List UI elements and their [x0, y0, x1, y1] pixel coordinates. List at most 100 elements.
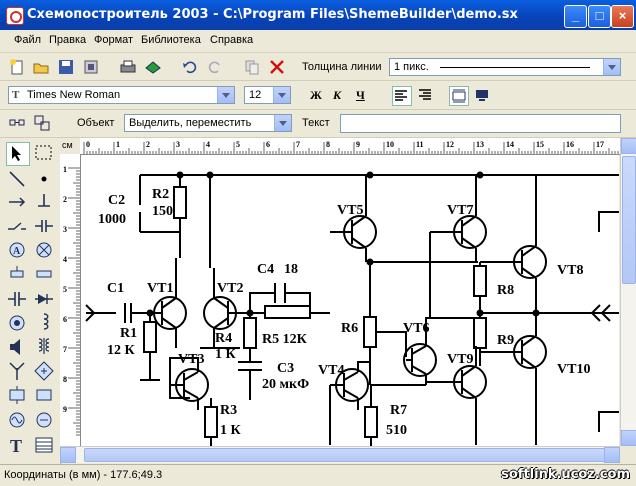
chevron-down-icon[interactable]	[273, 87, 290, 103]
resistor-icon[interactable]	[33, 263, 55, 285]
horizontal-scrollbar[interactable]	[60, 446, 620, 463]
select-arrow-icon[interactable]	[6, 142, 30, 166]
speaker-icon[interactable]	[6, 336, 28, 358]
ac-source-icon[interactable]	[6, 409, 28, 431]
standard-toolbar: Толщина линии 1 пикс.	[0, 53, 636, 81]
vertical-scroll-thumb[interactable]	[622, 156, 636, 284]
label-c1: C1	[107, 281, 124, 296]
minimize-button[interactable]: _	[564, 5, 587, 28]
text-input[interactable]	[340, 114, 621, 133]
menu-format[interactable]: Формат	[94, 34, 133, 46]
ruler-label: 8	[326, 140, 330, 149]
maximize-button[interactable]: □	[588, 5, 611, 28]
print-icon[interactable]	[119, 58, 137, 76]
point-tool-icon[interactable]	[33, 168, 55, 190]
ruler-label: 9	[63, 405, 67, 414]
ruler-label: 6	[63, 315, 67, 324]
label-c4-value: 18	[284, 262, 298, 277]
ruler-label: 1	[63, 165, 67, 174]
watermark: softlink.ucoz.com	[501, 467, 630, 482]
scroll-right-icon[interactable]	[604, 447, 620, 463]
menu-file[interactable]: Файл	[14, 34, 41, 46]
scroll-down-icon[interactable]	[621, 430, 636, 446]
align-right-icon[interactable]	[415, 86, 433, 104]
table-tool-icon[interactable]	[33, 434, 55, 456]
text-frame-icon[interactable]	[449, 86, 469, 106]
drawing-canvas[interactable]: C2 1000 R2 150 C1 R1 12 К VT1 VT2 VT3 R4…	[81, 155, 619, 446]
chevron-down-icon[interactable]	[217, 87, 234, 103]
ruler-label: 11	[416, 140, 424, 149]
rect-select-icon[interactable]	[33, 142, 55, 164]
diode-bridge-icon[interactable]	[33, 409, 55, 431]
ruler-label: 3	[63, 225, 67, 234]
label-r9: R9	[497, 333, 514, 348]
svg-text:T: T	[10, 436, 22, 456]
ruler-label: 16	[566, 140, 574, 149]
relay-icon[interactable]	[6, 384, 28, 406]
label-r7: R7	[390, 403, 407, 418]
menu-help[interactable]: Справка	[210, 34, 253, 46]
r5-body	[264, 305, 311, 319]
fuse-icon[interactable]	[6, 263, 28, 285]
redo-icon[interactable]	[206, 58, 224, 76]
undo-icon[interactable]	[181, 58, 199, 76]
arrow-tool-icon[interactable]	[6, 191, 28, 213]
antenna-icon[interactable]	[6, 360, 28, 382]
diode-icon[interactable]	[33, 288, 55, 310]
underline-button[interactable]: Ч	[356, 88, 365, 103]
horizontal-scroll-thumb[interactable]	[84, 448, 614, 462]
text-noframe-icon[interactable]	[473, 86, 491, 104]
motor-icon[interactable]	[6, 312, 28, 334]
output-rail	[480, 304, 619, 322]
delete-icon[interactable]	[268, 58, 286, 76]
capacitor-icon[interactable]	[6, 288, 28, 310]
scroll-up-icon[interactable]	[621, 138, 636, 154]
c3-leads	[238, 313, 262, 400]
align-left-icon[interactable]	[392, 86, 412, 106]
label-vt1: VT1	[147, 281, 173, 296]
bold-button[interactable]: Ж	[310, 88, 322, 103]
menu-edit[interactable]: Правка	[49, 34, 86, 46]
scroll-left-icon[interactable]	[60, 447, 76, 463]
schematic-diagram[interactable]: C2 1000 R2 150 C1 R1 12 К VT1 VT2 VT3 R4…	[81, 155, 619, 446]
lamp-icon[interactable]	[33, 239, 55, 261]
connect-icon[interactable]	[8, 114, 26, 132]
new-file-icon[interactable]	[8, 58, 26, 76]
open-file-icon[interactable]	[32, 58, 50, 76]
copy-icon[interactable]	[243, 58, 261, 76]
capacitor-polar-icon[interactable]	[33, 215, 55, 237]
chevron-down-icon[interactable]	[274, 115, 291, 131]
menu-bar: Файл Правка Формат Библиотека Справка	[0, 30, 636, 53]
junction-dot	[366, 258, 374, 266]
object-label: Объект	[77, 117, 115, 129]
line-tool-icon[interactable]	[6, 168, 28, 190]
save-icon[interactable]	[57, 58, 75, 76]
library-icon[interactable]	[144, 58, 162, 76]
close-button[interactable]: ×	[611, 5, 634, 28]
menu-library[interactable]: Библиотека	[141, 34, 201, 46]
properties-icon[interactable]	[82, 58, 100, 76]
ground-icon[interactable]	[33, 191, 55, 213]
line-width-select[interactable]: 1 пикс.	[389, 58, 621, 76]
chevron-down-icon[interactable]	[603, 59, 620, 75]
object-mode-select[interactable]: Выделить, переместить	[124, 114, 292, 132]
label-r6: R6	[341, 321, 358, 336]
text-tool-icon[interactable]: T	[6, 434, 28, 456]
inductor-icon[interactable]	[33, 312, 55, 334]
italic-button[interactable]: К	[333, 88, 341, 103]
font-size-select[interactable]: 12	[244, 86, 291, 104]
horizontal-ruler: 0123456789101112131415161718	[80, 138, 620, 155]
group-icon[interactable]	[33, 114, 51, 132]
font-name-select[interactable]: T Times New Roman	[8, 86, 235, 104]
transformer-icon[interactable]	[33, 336, 55, 358]
text-label: Текст	[302, 117, 330, 129]
vertical-scrollbar[interactable]	[620, 138, 636, 446]
ruler-label: 4	[206, 140, 210, 149]
switch-icon[interactable]	[6, 215, 28, 237]
ammeter-icon[interactable]: A	[6, 239, 28, 261]
ruler-label: 5	[63, 285, 67, 294]
bridge-icon[interactable]	[33, 360, 55, 382]
status-bar: Координаты (в мм) - 177.6;49.3 softlink.…	[0, 464, 636, 486]
app-icon[interactable]	[6, 7, 24, 25]
chip-icon[interactable]	[33, 384, 55, 406]
